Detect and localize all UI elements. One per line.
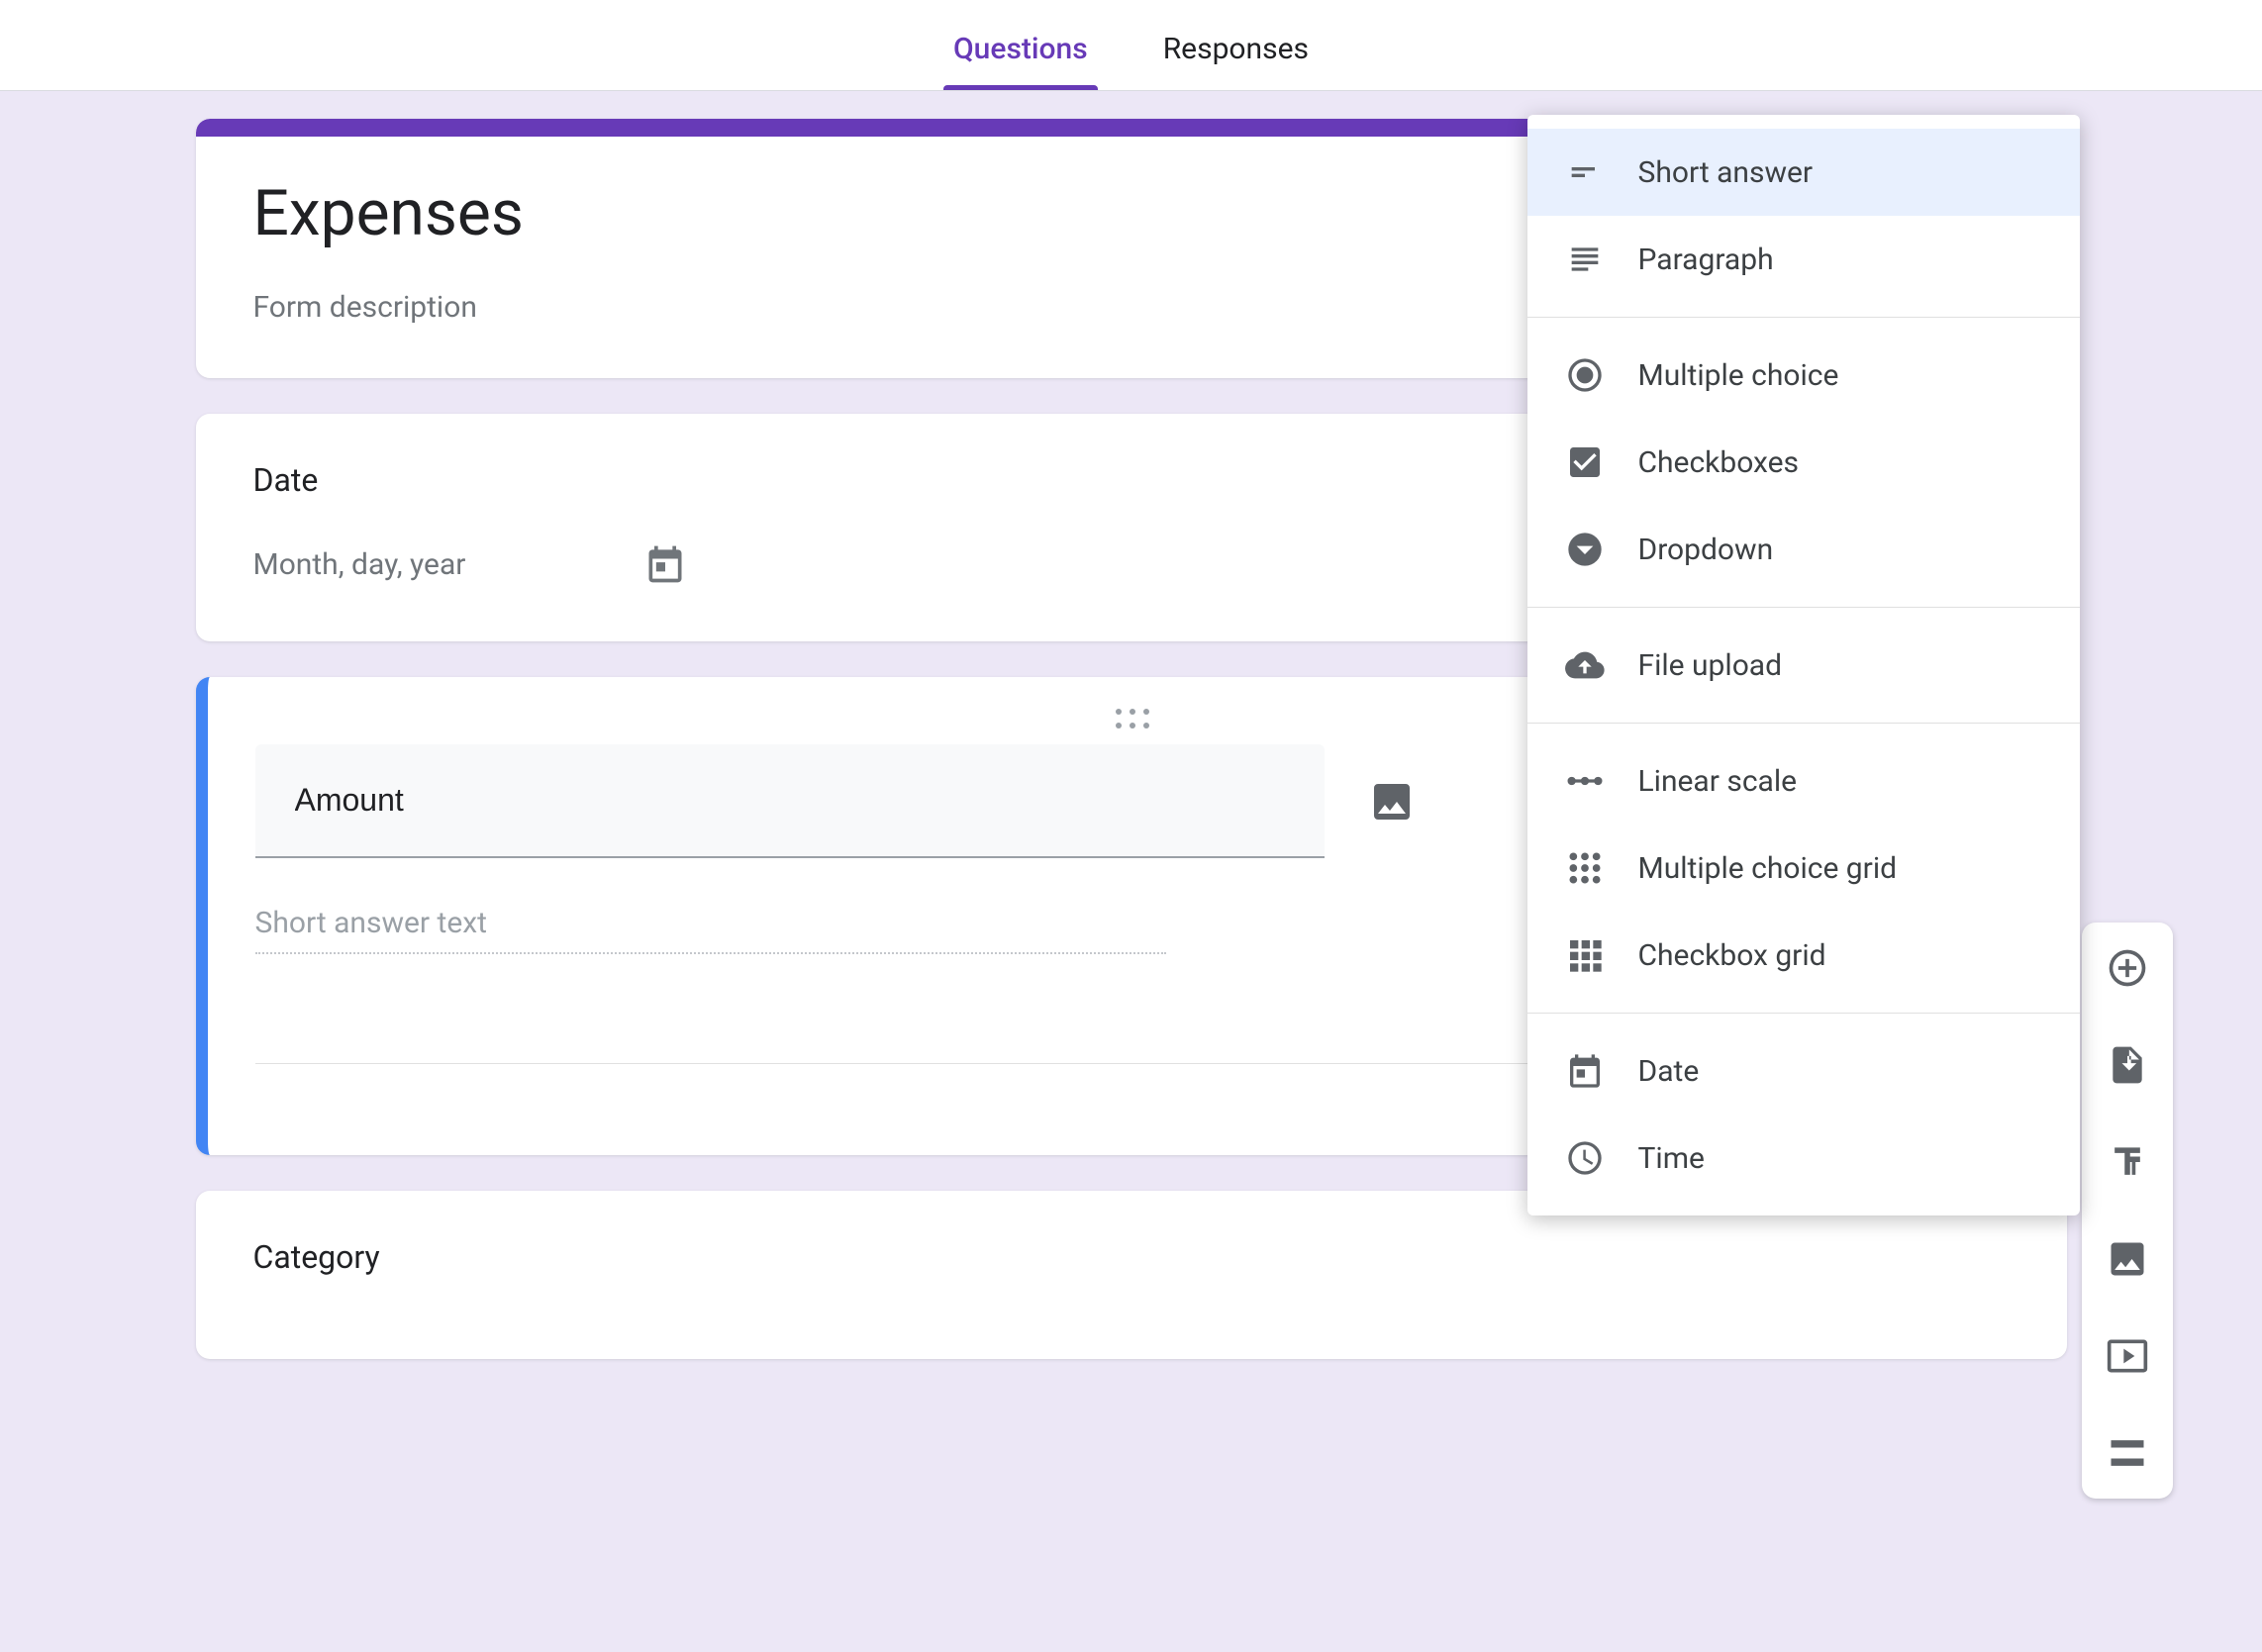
add-image-icon[interactable] xyxy=(2106,1237,2149,1281)
add-video-icon[interactable] xyxy=(2106,1334,2149,1378)
date-placeholder: Month, day, year xyxy=(253,547,466,582)
calendar-icon xyxy=(643,542,687,586)
menu-item-label: Time xyxy=(1638,1141,1705,1176)
menu-item-label: Date xyxy=(1638,1054,1700,1089)
type-dropdown[interactable]: Dropdown xyxy=(1527,506,2080,593)
type-date[interactable]: Date xyxy=(1527,1027,2080,1115)
menu-item-label: Short answer xyxy=(1638,155,1814,190)
add-section-icon[interactable] xyxy=(2106,1431,2149,1475)
add-image-icon[interactable] xyxy=(1368,778,1416,826)
menu-item-label: Checkboxes xyxy=(1638,445,1800,480)
type-checkboxes[interactable]: Checkboxes xyxy=(1527,419,2080,506)
add-question-icon[interactable] xyxy=(2106,946,2149,990)
floating-toolbar xyxy=(2082,923,2173,1499)
short-answer-icon xyxy=(1565,152,1605,192)
menu-item-label: Paragraph xyxy=(1638,243,1774,277)
type-multiple-choice-grid[interactable]: Multiple choice grid xyxy=(1527,825,2080,912)
cloud-upload-icon xyxy=(1565,645,1605,685)
menu-item-label: Dropdown xyxy=(1638,533,1774,567)
type-multiple-choice[interactable]: Multiple choice xyxy=(1527,332,2080,419)
date-icon xyxy=(1565,1051,1605,1091)
type-time[interactable]: Time xyxy=(1527,1115,2080,1202)
cb-grid-icon xyxy=(1565,935,1605,975)
mc-grid-icon xyxy=(1565,848,1605,888)
question-title-input[interactable] xyxy=(255,744,1325,858)
dropdown-icon xyxy=(1565,530,1605,569)
tab-responses[interactable]: Responses xyxy=(1153,32,1319,90)
tab-questions[interactable]: Questions xyxy=(943,32,1098,90)
import-questions-icon[interactable] xyxy=(2106,1043,2149,1087)
menu-item-label: Linear scale xyxy=(1638,764,1798,799)
answer-placeholder: Short answer text xyxy=(255,906,1166,954)
form-tabs: Questions Responses xyxy=(0,0,2262,91)
type-file-upload[interactable]: File upload xyxy=(1527,622,2080,709)
paragraph-icon xyxy=(1565,240,1605,279)
type-checkbox-grid[interactable]: Checkbox grid xyxy=(1527,912,2080,999)
menu-item-label: Checkbox grid xyxy=(1638,938,1826,973)
time-icon xyxy=(1565,1138,1605,1178)
radio-icon xyxy=(1565,355,1605,395)
type-linear-scale[interactable]: Linear scale xyxy=(1527,737,2080,825)
add-title-icon[interactable] xyxy=(2106,1140,2149,1184)
checkbox-icon xyxy=(1565,442,1605,482)
question-type-menu: Short answer Paragraph Multiple choice C… xyxy=(1527,115,2080,1215)
type-paragraph[interactable]: Paragraph xyxy=(1527,216,2080,303)
menu-item-label: Multiple choice grid xyxy=(1638,851,1898,886)
menu-item-label: Multiple choice xyxy=(1638,358,1839,393)
linear-scale-icon xyxy=(1565,761,1605,801)
type-short-answer[interactable]: Short answer xyxy=(1527,129,2080,216)
form-canvas: Expenses Form description Date Month, da… xyxy=(0,91,2262,1652)
question-title: Category xyxy=(253,1238,2010,1276)
menu-item-label: File upload xyxy=(1638,648,1783,683)
question-card-category[interactable]: Category xyxy=(196,1191,2067,1359)
